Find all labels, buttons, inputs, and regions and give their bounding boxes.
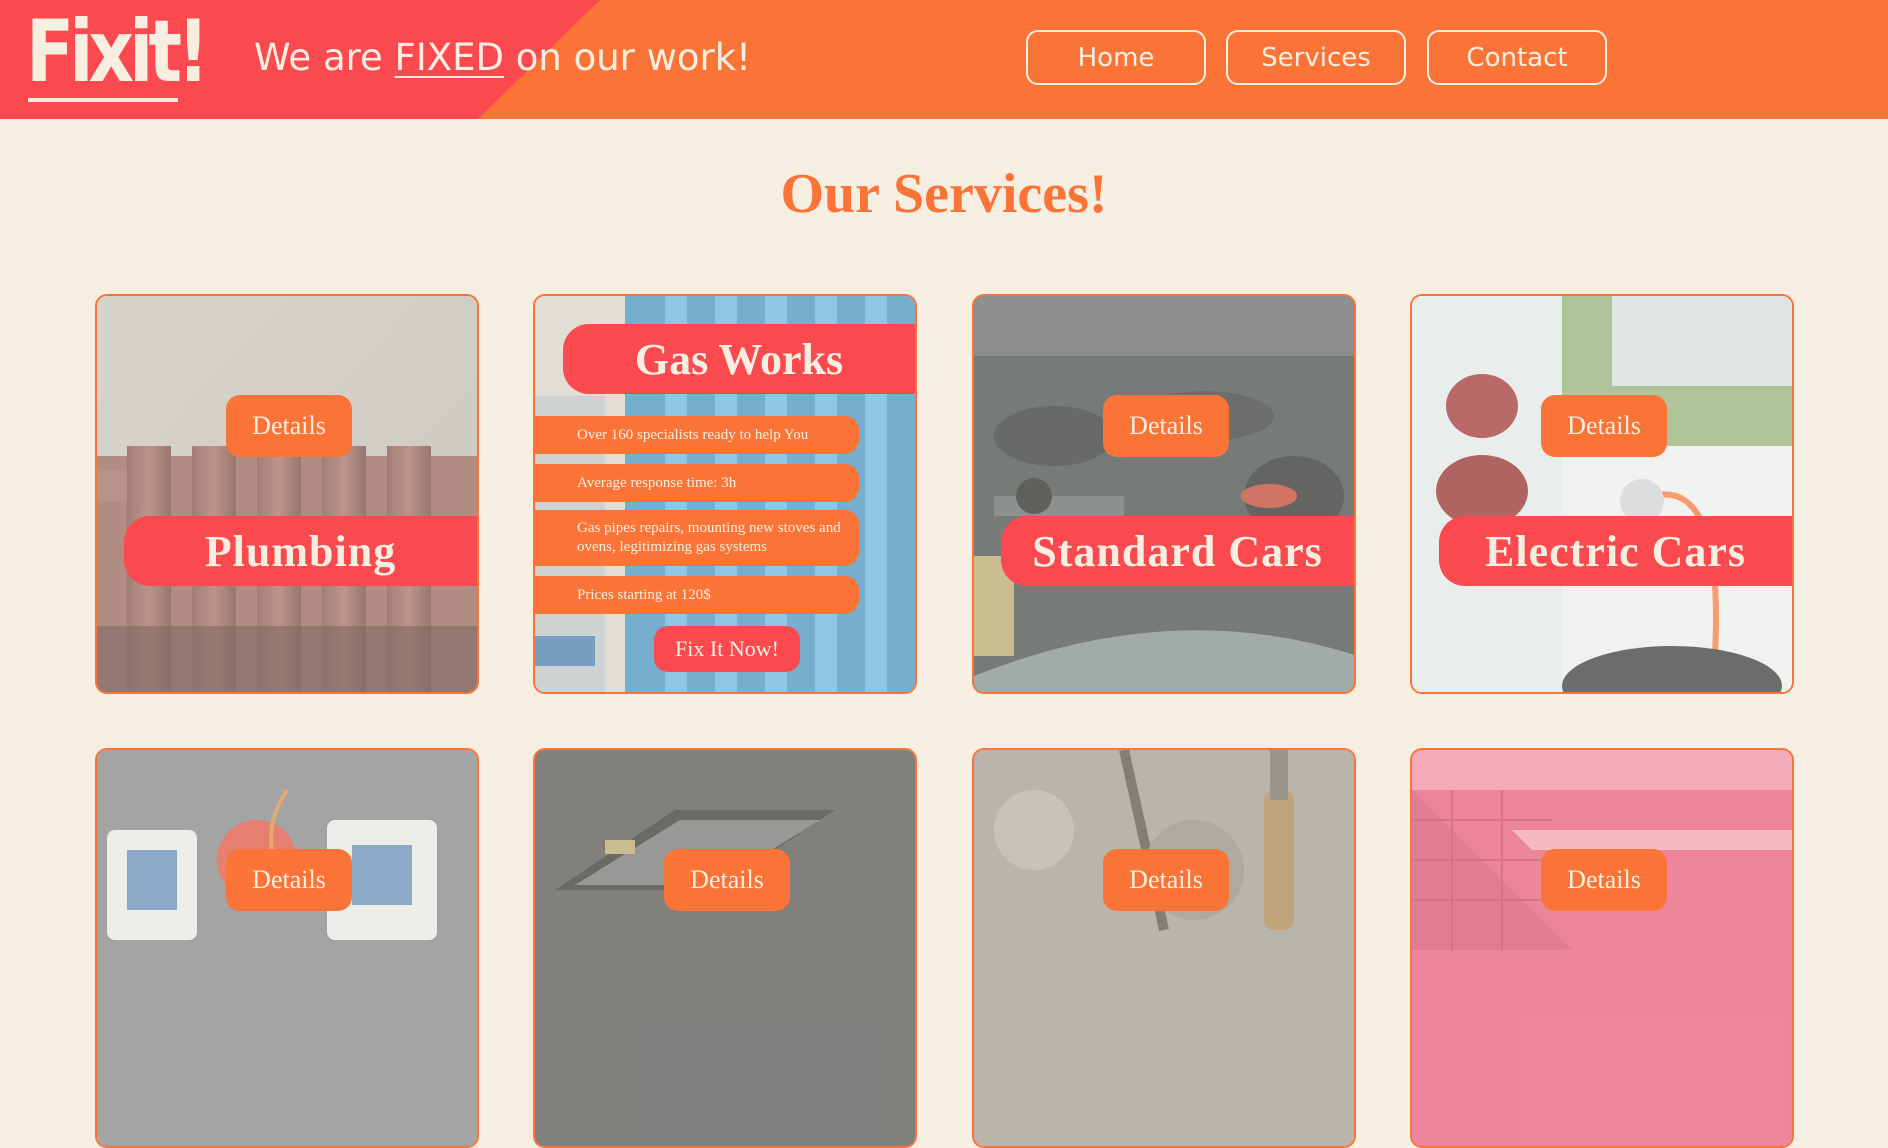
card-title: Electric Cars: [1439, 516, 1792, 586]
service-card-standard-cars[interactable]: Details Standard Cars: [972, 294, 1356, 694]
details-button[interactable]: Details: [1103, 849, 1229, 911]
details-button[interactable]: Details: [1541, 395, 1667, 457]
details-button[interactable]: Details: [1103, 395, 1229, 457]
site-logo[interactable]: Fixit!: [26, 2, 209, 102]
fact-services: Gas pipes repairs, mounting new stoves a…: [535, 510, 859, 566]
nav-contact-button[interactable]: Contact: [1427, 30, 1607, 85]
service-card-gas-works[interactable]: Gas Works Over 160 specialists ready to …: [533, 294, 917, 694]
header-tagline: We are FIXED on our work!: [254, 36, 752, 79]
details-button[interactable]: Details: [664, 849, 790, 911]
tagline-emphasis: FIXED: [394, 36, 504, 79]
nav-services-button[interactable]: Services: [1226, 30, 1406, 85]
card-title: Standard Cars: [1001, 516, 1354, 586]
card-title: Gas Works: [563, 324, 915, 394]
site-header: Fixit! We are FIXED on our work! Home Se…: [0, 0, 1888, 119]
fact-specialists: Over 160 specialists ready to help You: [535, 416, 859, 454]
details-button[interactable]: Details: [226, 395, 352, 457]
card-title: Plumbing: [124, 516, 477, 586]
fact-prices: Prices starting at 120$: [535, 576, 859, 614]
logo-underline: [28, 98, 178, 102]
details-button[interactable]: Details: [1541, 849, 1667, 911]
page-title: Our Services!: [780, 163, 1108, 225]
service-card-construction[interactable]: Details: [972, 748, 1356, 1148]
service-card-electrical[interactable]: Details: [95, 748, 479, 1148]
service-card-electronics[interactable]: Details: [533, 748, 917, 1148]
service-card-plumbing[interactable]: Details Plumbing: [95, 294, 479, 694]
fix-it-now-button[interactable]: Fix It Now!: [654, 626, 800, 672]
service-card-interiors[interactable]: Details: [1410, 748, 1794, 1148]
details-button[interactable]: Details: [226, 849, 352, 911]
service-card-electric-cars[interactable]: Details Electric Cars: [1410, 294, 1794, 694]
nav-home-button[interactable]: Home: [1026, 30, 1206, 85]
fact-response-time: Average response time: 3h: [535, 464, 859, 502]
